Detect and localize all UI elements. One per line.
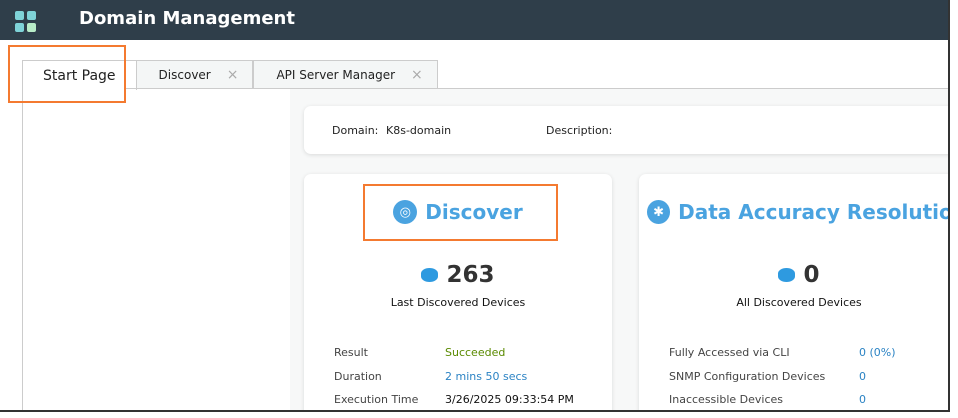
count-label: Last Discovered Devices [390, 296, 526, 309]
domain-value: K8s-domain [386, 124, 452, 137]
count-label: All Discovered Devices [736, 296, 862, 309]
highlight-box [8, 45, 126, 103]
wrench-gear-icon: ✱ [647, 200, 671, 224]
snmp-value[interactable]: 0 [859, 370, 866, 383]
inaccessible-label: Inaccessible Devices [669, 393, 783, 406]
tab-label: Discover [158, 68, 211, 82]
close-icon[interactable]: × [227, 67, 239, 83]
app-title: Domain Management [79, 8, 295, 29]
duration-label: Duration [334, 370, 382, 383]
device-icon [421, 268, 439, 282]
app-header: Domain Management [0, 0, 948, 40]
description-label: Description: [546, 124, 613, 137]
execution-time-label: Execution Time [334, 393, 419, 406]
result-value: Succeeded [445, 346, 506, 359]
apps-grid-icon[interactable] [15, 11, 36, 32]
result-label: Result [334, 346, 368, 359]
tab-discover[interactable]: Discover × [135, 60, 254, 89]
all-devices-count: 0 [803, 262, 820, 288]
highlight-box [363, 184, 558, 241]
cli-label: Fully Accessed via CLI [669, 346, 790, 359]
device-icon [778, 268, 796, 282]
tab-label: API Server Manager [276, 68, 396, 82]
inaccessible-value[interactable]: 0 [859, 393, 866, 406]
discovered-count: 263 [446, 262, 495, 288]
data-accuracy-title[interactable]: ✱ Data Accuracy Resolution [647, 200, 950, 224]
tab-api-server-manager[interactable]: API Server Manager × [253, 60, 438, 89]
execution-time-value: 3/26/2025 09:33:54 PM [445, 393, 574, 406]
start-page-content: Domain: K8s-domain Description: ◎ Discove… [290, 89, 948, 410]
snmp-label: SNMP Configuration Devices [669, 370, 826, 383]
domain-info-card: Domain: K8s-domain Description: [304, 106, 948, 154]
cli-value[interactable]: 0 (0%) [859, 346, 896, 359]
close-icon[interactable]: × [411, 67, 423, 83]
divider [22, 89, 23, 410]
dar-title-text: Data Accuracy Resolution [678, 200, 950, 224]
domain-label: Domain: [332, 124, 379, 137]
data-accuracy-card: ✱ Data Accuracy Resolution 0 All Discover… [639, 174, 950, 410]
duration-value[interactable]: 2 mins 50 secs [445, 370, 527, 383]
